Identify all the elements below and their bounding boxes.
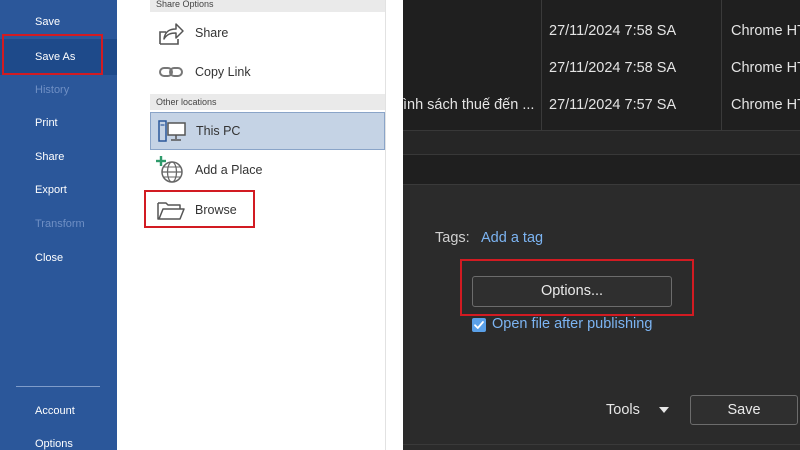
save-dialog: 27/11/2024 7:58 SA Chrome HT 27/11/2024 … [403, 0, 800, 450]
file-type: Chrome HT [731, 23, 800, 39]
sidebar-item-share[interactable]: Share [0, 139, 117, 175]
tools-dropdown[interactable]: Tools [606, 402, 640, 418]
place-share-label: Share [195, 26, 229, 40]
file-date: 27/11/2024 7:58 SA [549, 23, 677, 39]
computer-icon [156, 116, 188, 146]
place-this-pc-label: This PC [196, 124, 241, 138]
place-add-a-place-label: Add a Place [195, 163, 263, 177]
sidebar-item-export[interactable]: Export [0, 172, 117, 208]
sidebar-item-account[interactable]: Account [0, 393, 117, 429]
sidebar-divider [16, 386, 100, 387]
folder-icon [155, 195, 187, 225]
sidebar-item-save-as[interactable]: Save As [0, 39, 117, 75]
sidebar-item-transform: Transform [35, 218, 85, 230]
column-separator [721, 0, 722, 130]
sidebar-item-save[interactable]: Save [0, 4, 117, 40]
place-add-a-place[interactable]: Add a Place [150, 151, 385, 189]
place-copy-link-label: Copy Link [195, 65, 251, 79]
checkmark-icon [474, 321, 484, 329]
globe-add-icon [155, 155, 187, 185]
file-name: ình sách thuế đến ... [403, 97, 535, 113]
file-row[interactable]: ình sách thuế đến ... 27/11/2024 7:57 SA… [403, 87, 800, 124]
options-button[interactable]: Options... [472, 276, 672, 307]
backstage-sidebar: Save Save As History Print Share Export … [0, 0, 117, 450]
share-arrow-icon [155, 18, 187, 48]
place-browse[interactable]: Browse [150, 191, 385, 229]
file-row[interactable]: 27/11/2024 7:58 SA Chrome HT [403, 13, 800, 50]
share-options-header: Share Options [150, 0, 385, 12]
sidebar-item-options[interactable]: Options [0, 426, 117, 450]
add-tag-link[interactable]: Add a tag [481, 230, 543, 246]
open-after-publish-label[interactable]: Open file after publishing [492, 316, 652, 332]
place-this-pc[interactable]: This PC [150, 112, 385, 150]
file-row[interactable]: 27/11/2024 7:58 SA Chrome HT [403, 50, 800, 87]
sidebar-item-history: History [35, 84, 70, 96]
place-copy-link[interactable]: Copy Link [150, 53, 385, 91]
column-separator [541, 0, 542, 130]
link-icon [155, 57, 187, 87]
sidebar-item-print[interactable]: Print [0, 105, 117, 141]
sidebar-item-close[interactable]: Close [0, 240, 117, 276]
bottom-divider [403, 444, 800, 445]
place-share[interactable]: Share [150, 14, 385, 52]
tags-label: Tags: [435, 230, 470, 246]
place-browse-label: Browse [195, 203, 237, 217]
other-locations-header: Other locations [150, 94, 385, 110]
open-after-publish-checkbox[interactable] [472, 318, 486, 332]
file-type: Chrome HT [731, 60, 800, 76]
save-button[interactable]: Save [690, 395, 798, 425]
pane-divider [385, 0, 386, 450]
file-type: Chrome HT [731, 97, 800, 113]
chevron-down-icon[interactable] [659, 407, 669, 413]
horizontal-scrollbar[interactable] [403, 130, 800, 155]
file-date: 27/11/2024 7:58 SA [549, 60, 677, 76]
file-date: 27/11/2024 7:57 SA [549, 97, 677, 113]
